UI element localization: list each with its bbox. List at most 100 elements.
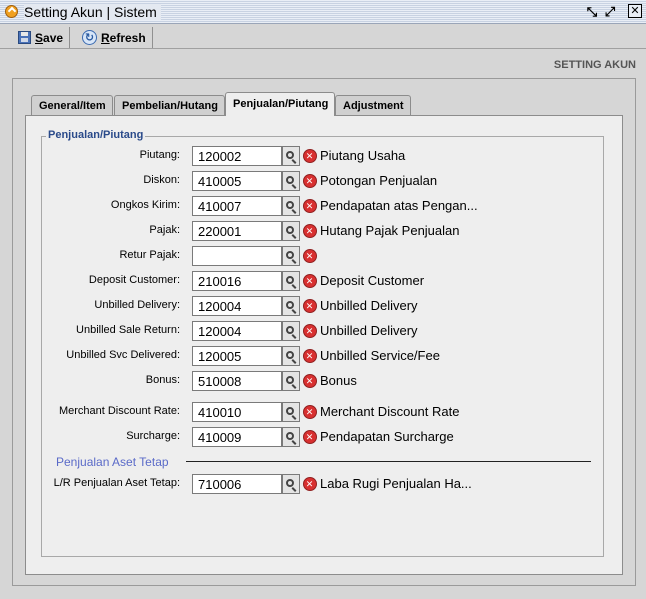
magnifier-icon (286, 376, 294, 384)
clear-button[interactable]: ✕ (301, 147, 318, 165)
section-heading: SETTING AKUN (553, 59, 636, 71)
clear-x-icon: ✕ (302, 430, 317, 444)
restore-icon[interactable]: ⤡ (585, 4, 599, 18)
field-label: L/R Penjualan Aset Tetap: (53, 477, 180, 489)
magnifier-icon (286, 226, 294, 234)
save-button[interactable]: Save (14, 27, 71, 48)
account-row-surcharge: Surcharge: 410009 ✕ Pendapatan Surcharge (0, 427, 646, 447)
account-description: Unbilled Service/Fee (320, 348, 440, 363)
account-code-field[interactable]: 410010 (192, 402, 282, 422)
clear-x-icon: ✕ (302, 249, 317, 263)
account-row-lr-penjualan-aset-tetap: L/R Penjualan Aset Tetap: 710006 ✕ Laba … (0, 474, 646, 494)
clear-x-icon: ✕ (302, 149, 317, 163)
field-label: Unbilled Delivery: (94, 299, 180, 311)
clear-button[interactable]: ✕ (301, 297, 318, 315)
magnifier-icon (286, 251, 294, 259)
account-description: Merchant Discount Rate (320, 404, 460, 419)
account-code-field[interactable]: 210016 (192, 271, 282, 291)
field-label: Surcharge: (126, 430, 180, 442)
app-chevron-icon[interactable] (5, 5, 18, 18)
clear-x-icon: ✕ (302, 299, 317, 313)
tab-general-item[interactable]: General/Item (31, 95, 113, 115)
tab-penjualan-piutang[interactable]: Penjualan/Piutang (225, 92, 336, 116)
field-label: Deposit Customer: (88, 274, 180, 286)
clear-button[interactable]: ✕ (301, 322, 318, 340)
account-code-field[interactable]: 410005 (192, 171, 282, 191)
account-row-piutang: Piutang: 120002 ✕ Piutang Usaha (0, 146, 646, 166)
magnifier-icon (286, 326, 294, 334)
account-row-bonus: Bonus: 510008 ✕ Bonus (0, 371, 646, 391)
account-description: Laba Rugi Penjualan Ha... (320, 476, 472, 491)
magnifier-icon (286, 301, 294, 309)
account-code-field[interactable]: 120004 (192, 321, 282, 341)
clear-button[interactable]: ✕ (301, 272, 318, 290)
account-code-field[interactable]: 120002 (192, 146, 282, 166)
clear-x-icon: ✕ (302, 405, 317, 419)
clear-button[interactable]: ✕ (301, 222, 318, 240)
account-row-unbilled-sale-return: Unbilled Sale Return: 120004 ✕ Unbilled … (0, 321, 646, 341)
field-label: Unbilled Sale Return: (76, 324, 180, 336)
search-button[interactable] (282, 221, 300, 241)
floppy-disk-icon (18, 31, 31, 44)
magnifier-icon (286, 407, 294, 415)
magnifier-icon (286, 276, 294, 284)
clear-x-icon: ✕ (302, 349, 317, 363)
group-label: Penjualan/Piutang (46, 129, 146, 141)
account-description: Bonus (320, 373, 357, 388)
field-label: Retur Pajak: (119, 249, 180, 261)
clear-button[interactable]: ✕ (301, 403, 318, 421)
account-code-field[interactable]: 510008 (192, 371, 282, 391)
field-label: Bonus: (145, 374, 180, 386)
clear-x-icon: ✕ (302, 274, 317, 288)
search-button[interactable] (282, 271, 300, 291)
account-description: Potongan Penjualan (320, 173, 438, 188)
account-row-unbilled-delivery: Unbilled Delivery: 120004 ✕ Unbilled Del… (0, 296, 646, 316)
magnifier-icon (286, 176, 294, 184)
account-code-field[interactable]: 120005 (192, 346, 282, 366)
account-row-pajak: Pajak: 220001 ✕ Hutang Pajak Penjualan (0, 221, 646, 241)
clear-button[interactable]: ✕ (301, 428, 318, 446)
search-button[interactable] (282, 371, 300, 391)
search-button[interactable] (282, 296, 300, 316)
clear-button[interactable]: ✕ (301, 372, 318, 390)
clear-button[interactable]: ✕ (301, 172, 318, 190)
search-button[interactable] (282, 146, 300, 166)
account-code-field[interactable]: 710006 (192, 474, 282, 494)
tab-pembelian-hutang[interactable]: Pembelian/Hutang (114, 95, 225, 115)
account-description: Hutang Pajak Penjualan (320, 223, 460, 238)
window-title: Setting Akun | Sistem (24, 4, 161, 20)
clear-x-icon: ✕ (302, 477, 317, 491)
field-label: Pajak: (149, 224, 180, 236)
account-code-field[interactable]: 220001 (192, 221, 282, 241)
clear-button[interactable]: ✕ (301, 347, 318, 365)
search-button[interactable] (282, 427, 300, 447)
search-button[interactable] (282, 171, 300, 191)
close-icon[interactable]: ✕ (628, 4, 642, 18)
tab-adjustment[interactable]: Adjustment (335, 95, 411, 115)
field-label: Diskon: (143, 174, 180, 186)
account-code-field[interactable]: 410009 (192, 427, 282, 447)
search-button[interactable] (282, 402, 300, 422)
account-code-field[interactable]: 410007 (192, 196, 282, 216)
clear-button[interactable]: ✕ (301, 197, 318, 215)
account-code-field[interactable] (192, 246, 282, 266)
save-label: Save (35, 30, 64, 45)
refresh-icon: ↻ (82, 30, 97, 45)
clear-button[interactable]: ✕ (301, 475, 318, 493)
search-button[interactable] (282, 246, 300, 266)
refresh-button[interactable]: ↻ Refresh (78, 27, 153, 48)
clear-button[interactable]: ✕ (301, 247, 318, 265)
magnifier-icon (286, 432, 294, 440)
search-button[interactable] (282, 474, 300, 494)
search-button[interactable] (282, 196, 300, 216)
account-row-merchant-discount-rate: Merchant Discount Rate: 410010 ✕ Merchan… (0, 402, 646, 422)
search-button[interactable] (282, 346, 300, 366)
search-button[interactable] (282, 321, 300, 341)
subgroup-divider (186, 461, 591, 462)
field-label: Piutang: (139, 149, 180, 161)
subgroup-label: Penjualan Aset Tetap (56, 455, 169, 469)
maximize-icon[interactable]: ⤢ (603, 4, 617, 18)
account-code-field[interactable]: 120004 (192, 296, 282, 316)
account-row-unbilled-svc-delivered: Unbilled Svc Delivered: 120005 ✕ Unbille… (0, 346, 646, 366)
refresh-label: Refresh (101, 30, 146, 45)
